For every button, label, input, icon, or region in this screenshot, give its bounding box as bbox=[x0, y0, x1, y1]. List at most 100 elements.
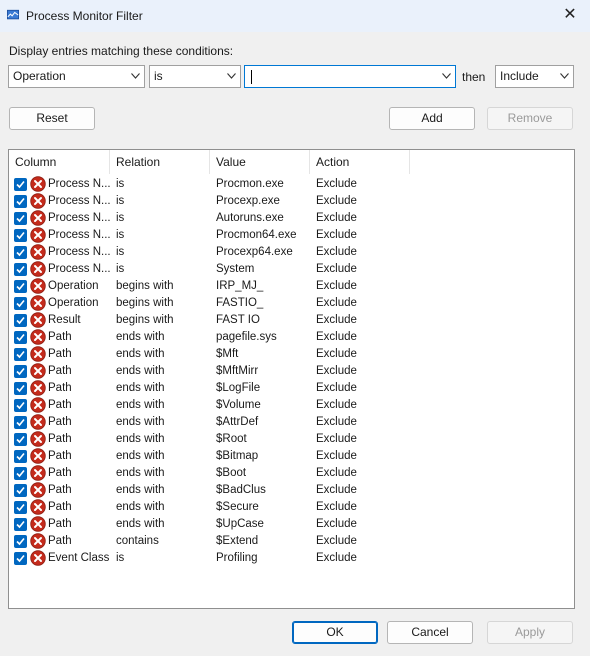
row-checkbox[interactable] bbox=[14, 501, 27, 514]
cell-relation: ends with bbox=[116, 348, 165, 360]
row-checkbox[interactable] bbox=[14, 399, 27, 412]
table-row[interactable]: Path ends with $Mft Exclude bbox=[9, 346, 574, 363]
header-action[interactable]: Action bbox=[310, 150, 410, 174]
reset-button[interactable]: Reset bbox=[9, 107, 95, 130]
cell-value: $Secure bbox=[216, 501, 259, 513]
cell-value: $BadClus bbox=[216, 484, 266, 496]
exclude-x-icon bbox=[30, 227, 46, 243]
relation-select[interactable]: is bbox=[149, 65, 241, 88]
cell-action: Exclude bbox=[316, 535, 357, 547]
table-row[interactable]: Path contains $Extend Exclude bbox=[9, 533, 574, 550]
table-row[interactable]: Event Class is Profiling Exclude bbox=[9, 550, 574, 567]
table-row[interactable]: Path ends with $UpCase Exclude bbox=[9, 516, 574, 533]
cell-column: Path bbox=[48, 365, 72, 377]
row-checkbox[interactable] bbox=[14, 331, 27, 344]
cell-value: $Volume bbox=[216, 399, 261, 411]
cell-column: Result bbox=[48, 314, 81, 326]
remove-button[interactable]: Remove bbox=[487, 107, 573, 130]
table-row[interactable]: Path ends with $AttrDef Exclude bbox=[9, 414, 574, 431]
cell-action: Exclude bbox=[316, 331, 357, 343]
row-checkbox[interactable] bbox=[14, 229, 27, 242]
filter-list[interactable]: Column Relation Value Action Process N..… bbox=[8, 149, 575, 609]
cell-relation: is bbox=[116, 178, 125, 190]
add-button[interactable]: Add bbox=[389, 107, 475, 130]
close-icon[interactable]: ✕ bbox=[562, 7, 578, 23]
cell-relation: ends with bbox=[116, 416, 165, 428]
window-title: Process Monitor Filter bbox=[26, 9, 143, 23]
cell-relation: is bbox=[116, 246, 125, 258]
row-checkbox[interactable] bbox=[14, 552, 27, 565]
table-row[interactable]: Path ends with $Volume Exclude bbox=[9, 397, 574, 414]
row-checkbox[interactable] bbox=[14, 450, 27, 463]
row-checkbox[interactable] bbox=[14, 365, 27, 378]
cell-column: Process N... bbox=[48, 212, 110, 224]
table-row[interactable]: Path ends with $Secure Exclude bbox=[9, 499, 574, 516]
cell-value: FASTIO_ bbox=[216, 297, 264, 309]
header-column[interactable]: Column bbox=[9, 150, 110, 174]
row-checkbox[interactable] bbox=[14, 433, 27, 446]
cell-relation: is bbox=[116, 212, 125, 224]
row-checkbox[interactable] bbox=[14, 178, 27, 191]
column-select[interactable]: Operation bbox=[8, 65, 145, 88]
cell-column: Process N... bbox=[48, 195, 110, 207]
action-select[interactable]: Include bbox=[495, 65, 574, 88]
cell-action: Exclude bbox=[316, 450, 357, 462]
table-row[interactable]: Process N... is Procmon.exe Exclude bbox=[9, 176, 574, 193]
table-row[interactable]: Path ends with $Root Exclude bbox=[9, 431, 574, 448]
table-row[interactable]: Operation begins with IRP_MJ_ Exclude bbox=[9, 278, 574, 295]
table-row[interactable]: Path ends with pagefile.sys Exclude bbox=[9, 329, 574, 346]
cell-action: Exclude bbox=[316, 416, 357, 428]
cell-relation: is bbox=[116, 195, 125, 207]
row-checkbox[interactable] bbox=[14, 348, 27, 361]
cell-column: Path bbox=[48, 416, 72, 428]
chevron-down-icon bbox=[131, 73, 140, 79]
row-checkbox[interactable] bbox=[14, 280, 27, 293]
cell-column: Path bbox=[48, 399, 72, 411]
table-row[interactable]: Path ends with $Boot Exclude bbox=[9, 465, 574, 482]
table-row[interactable]: Process N... is System Exclude bbox=[9, 261, 574, 278]
cell-value: Procexp.exe bbox=[216, 195, 280, 207]
row-checkbox[interactable] bbox=[14, 314, 27, 327]
value-input[interactable] bbox=[244, 65, 456, 88]
table-row[interactable]: Process N... is Procexp.exe Exclude bbox=[9, 193, 574, 210]
exclude-x-icon bbox=[30, 482, 46, 498]
table-row[interactable]: Process N... is Procexp64.exe Exclude bbox=[9, 244, 574, 261]
row-checkbox[interactable] bbox=[14, 263, 27, 276]
row-checkbox[interactable] bbox=[14, 535, 27, 548]
row-checkbox[interactable] bbox=[14, 382, 27, 395]
cell-action: Exclude bbox=[316, 399, 357, 411]
cell-action: Exclude bbox=[316, 314, 357, 326]
table-row[interactable]: Path ends with $BadClus Exclude bbox=[9, 482, 574, 499]
ok-button[interactable]: OK bbox=[292, 621, 378, 644]
row-checkbox[interactable] bbox=[14, 518, 27, 531]
row-checkbox[interactable] bbox=[14, 484, 27, 497]
cell-action: Exclude bbox=[316, 212, 357, 224]
row-checkbox[interactable] bbox=[14, 195, 27, 208]
table-row[interactable]: Operation begins with FASTIO_ Exclude bbox=[9, 295, 574, 312]
row-checkbox[interactable] bbox=[14, 246, 27, 259]
cell-value: Profiling bbox=[216, 552, 258, 564]
cell-relation: is bbox=[116, 552, 125, 564]
exclude-x-icon bbox=[30, 312, 46, 328]
cell-value: Procmon.exe bbox=[216, 178, 284, 190]
cell-column: Path bbox=[48, 501, 72, 513]
chevron-down-icon bbox=[560, 73, 569, 79]
header-value[interactable]: Value bbox=[210, 150, 310, 174]
header-relation[interactable]: Relation bbox=[110, 150, 210, 174]
cancel-button[interactable]: Cancel bbox=[387, 621, 473, 644]
row-checkbox[interactable] bbox=[14, 212, 27, 225]
row-checkbox[interactable] bbox=[14, 467, 27, 480]
table-row[interactable]: Result begins with FAST IO Exclude bbox=[9, 312, 574, 329]
cell-column: Path bbox=[48, 433, 72, 445]
table-row[interactable]: Path ends with $MftMirr Exclude bbox=[9, 363, 574, 380]
table-row[interactable]: Process N... is Procmon64.exe Exclude bbox=[9, 227, 574, 244]
table-row[interactable]: Path ends with $LogFile Exclude bbox=[9, 380, 574, 397]
row-checkbox[interactable] bbox=[14, 297, 27, 310]
cell-column: Event Class bbox=[48, 552, 110, 564]
conditions-label: Display entries matching these condition… bbox=[9, 44, 234, 58]
exclude-x-icon bbox=[30, 499, 46, 515]
row-checkbox[interactable] bbox=[14, 416, 27, 429]
table-row[interactable]: Process N... is Autoruns.exe Exclude bbox=[9, 210, 574, 227]
apply-button[interactable]: Apply bbox=[487, 621, 573, 644]
table-row[interactable]: Path ends with $Bitmap Exclude bbox=[9, 448, 574, 465]
